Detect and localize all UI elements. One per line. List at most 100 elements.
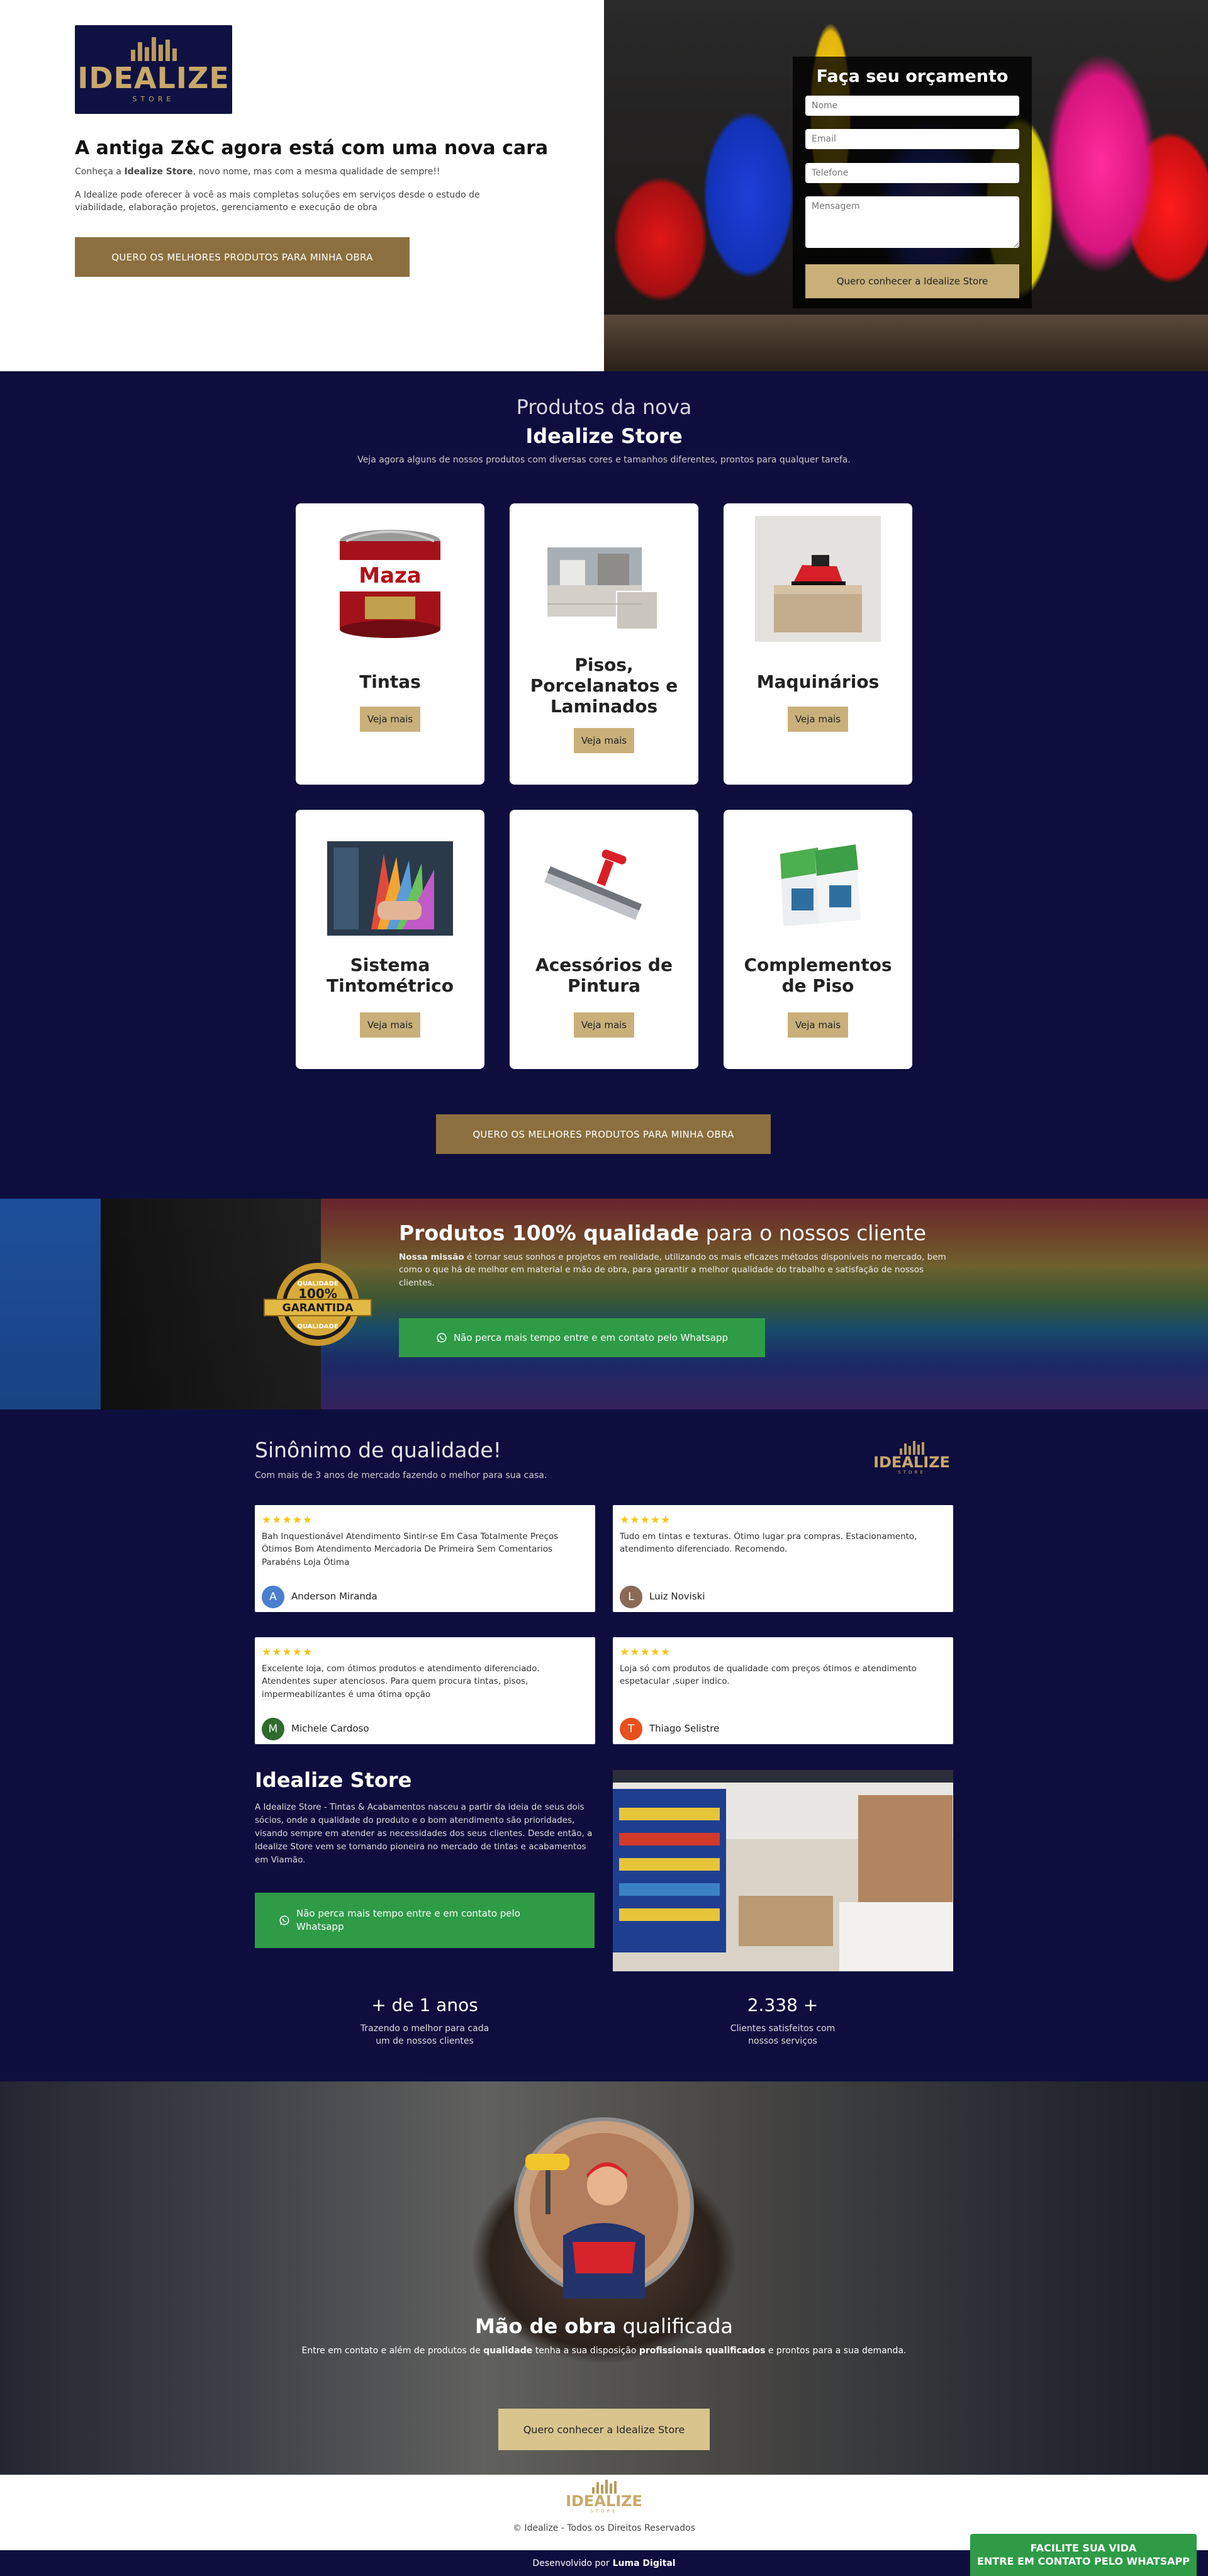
- labor-title: Mão de obra qualificada: [474, 2314, 733, 2338]
- product-name: Acessórios de Pintura: [535, 955, 673, 997]
- footer-logo: IDEALIZE STORE: [563, 2480, 645, 2517]
- review-card: ★★★★★ Tudo em tintas e texturas. Ótimo l…: [613, 1505, 953, 1612]
- products-section: Produtos da nova Idealize Store Veja ago…: [0, 371, 1208, 1199]
- review-author: Anderson Miranda: [291, 1591, 378, 1602]
- product-name: Tintas: [359, 671, 421, 692]
- product-name: Sistema Tintométrico: [326, 955, 454, 997]
- paint-cans-image: [604, 315, 1208, 371]
- product-card-acessorios[interactable]: Acessórios de Pintura Veja mais: [510, 810, 698, 1069]
- products-heading-line1: Produtos da nova: [516, 395, 692, 419]
- labor-section: Mão de obra qualificada Entre em contato…: [0, 2081, 1208, 2475]
- logo-sub: STORE: [132, 95, 175, 103]
- pisos-more-button[interactable]: Veja mais: [574, 728, 634, 753]
- product-card-tintometrico[interactable]: Sistema Tintométrico Veja mais: [296, 810, 484, 1069]
- floating-line2: ENTRE EM CONTATO PELO WHATSAPP: [976, 2555, 1190, 2567]
- product-name: Pisos, Porcelanatos e Laminados: [530, 654, 678, 717]
- quote-form: Faça seu orçamento Quero conhecer a Idea…: [793, 57, 1032, 308]
- about-whatsapp-button[interactable]: Não perca mais tempo entre e em contato …: [255, 1893, 595, 1948]
- review-card: ★★★★★ Bah Inquestionável Atendimento Sin…: [255, 1505, 595, 1612]
- review-card: ★★★★★ Excelente loja, com ótimos produto…: [255, 1637, 595, 1744]
- avatar: M: [262, 1718, 284, 1740]
- grout-bags-image: [780, 844, 861, 926]
- name-field[interactable]: [805, 96, 1019, 116]
- logo-buildings-icon: [130, 36, 177, 61]
- products-heading-line2: Idealize Store: [525, 424, 683, 448]
- review-author: Michele Cardoso: [291, 1723, 369, 1734]
- product-card-tintas[interactable]: Maza Tintas Veja mais: [296, 503, 484, 785]
- email-field[interactable]: [805, 129, 1019, 149]
- complementos-more-button[interactable]: Veja mais: [788, 1012, 848, 1038]
- star-rating-icon: ★★★★★: [262, 1646, 313, 1659]
- star-rating-icon: ★★★★★: [620, 1646, 671, 1659]
- color-swatches-image: [327, 841, 453, 936]
- products-cta-button[interactable]: QUERO OS MELHORES PRODUTOS PARA MINHA OB…: [436, 1114, 771, 1154]
- review-text: Loja só com produtos de qualidade com pr…: [620, 1664, 917, 1687]
- idealize-small-logo: IDEALIZE STORE: [871, 1441, 953, 1479]
- hero-title: A antiga Z&C agora está com uma nova car…: [75, 137, 549, 159]
- hero-intro-brand: Idealize Store: [124, 167, 193, 177]
- reviews-heading: Sinônimo de qualidade!: [255, 1438, 501, 1462]
- product-name: Maquinários: [756, 671, 880, 692]
- quality-mission: Nossa missão é tornar seus sonhos e proj…: [399, 1252, 946, 1288]
- stat-clients-label: Clientes satisfeitos com nossos serviços: [730, 2024, 836, 2046]
- whatsapp-button[interactable]: Não perca mais tempo entre e em contato …: [399, 1318, 765, 1357]
- about-whatsapp-label: Não perca mais tempo entre e em contato …: [296, 1908, 520, 1932]
- floating-line1: FACILITE SUA VIDA: [1030, 2541, 1137, 2554]
- maquinarios-more-button[interactable]: Veja mais: [788, 707, 848, 732]
- reviews-section: Sinônimo de qualidade! Com mais de 3 ano…: [0, 1409, 1208, 2081]
- stat-clients-number: 2.338 +: [747, 1995, 819, 2015]
- phone-field[interactable]: [805, 163, 1019, 183]
- quality-guarantee-seal: QUALIDADE 100% GARANTIDA QUALIDADE: [264, 1263, 372, 1346]
- avatar: L: [620, 1586, 642, 1608]
- tintas-more-button[interactable]: Veja mais: [360, 707, 420, 732]
- store-interior-image: [613, 1770, 953, 1971]
- svg-text:GARANTIDA: GARANTIDA: [282, 1302, 354, 1314]
- review-author: Thiago Selistre: [649, 1723, 720, 1734]
- idealize-logo[interactable]: IDEALIZE STORE: [75, 25, 232, 114]
- hero-cta-button[interactable]: QUERO OS MELHORES PRODUTOS PARA MINHA OB…: [75, 237, 410, 277]
- maza-brand-text: Maza: [359, 563, 422, 588]
- floor-tiles-image: [547, 547, 658, 630]
- product-card-pisos[interactable]: Pisos, Porcelanatos e Laminados Veja mai…: [510, 503, 698, 785]
- products-subtitle: Veja agora alguns de nossos produtos com…: [357, 455, 851, 465]
- paint-can-image: Maza: [340, 530, 440, 638]
- message-field[interactable]: [805, 196, 1019, 248]
- about-text: A Idealize Store - Tintas & Acabamentos …: [255, 1802, 593, 1865]
- footer-copyright: © Idealize - Todos os Direitos Reservado…: [512, 2523, 695, 2533]
- about-heading: Idealize Store: [255, 1768, 412, 1792]
- logo-buildings-icon: [899, 1441, 924, 1455]
- review-text: Excelente loja, com ótimos produtos e at…: [262, 1664, 540, 1700]
- painter-image: [514, 2117, 694, 2299]
- stat-years-label: Trazendo o melhor para cada um de nossos …: [360, 2024, 489, 2046]
- whatsapp-icon: [279, 1915, 289, 1925]
- svg-text:QUALIDADE: QUALIDADE: [297, 1323, 338, 1330]
- quality-section: QUALIDADE 100% GARANTIDA QUALIDADE Produ…: [0, 1199, 1208, 1409]
- review-author: Luiz Noviski: [649, 1591, 705, 1602]
- whatsapp-floating-button[interactable]: FACILITE SUA VIDA ENTRE EM CONTATO PELO …: [970, 2534, 1197, 2576]
- star-rating-icon: ★★★★★: [620, 1514, 671, 1526]
- whatsapp-button-label: Não perca mais tempo entre e em contato …: [453, 1332, 729, 1343]
- quality-title: Produtos 100% qualidade para o nossos cl…: [399, 1221, 927, 1245]
- reviews-subtitle: Com mais de 3 anos de mercado fazendo o …: [255, 1470, 547, 1481]
- hero-left-panel: IDEALIZE STORE A antiga Z&C agora está c…: [0, 0, 604, 371]
- review-text: Tudo em tintas e texturas. Ótimo lugar p…: [620, 1532, 917, 1555]
- labor-cta-button[interactable]: Quero conhecer a Idealize Store: [498, 2409, 710, 2450]
- form-title: Faça seu orçamento: [816, 67, 1009, 86]
- form-submit-button[interactable]: Quero conhecer a Idealize Store: [805, 264, 1019, 298]
- review-card: ★★★★★ Loja só com produtos de qualidade …: [613, 1637, 953, 1744]
- hero-description: A Idealize pode oferecer à você as mais …: [75, 190, 480, 213]
- product-card-maquinarios[interactable]: Maquinários Veja mais: [724, 503, 912, 785]
- sander-machine-image: [755, 516, 881, 642]
- product-card-complementos[interactable]: Complementos de Piso Veja mais: [724, 810, 912, 1069]
- product-name: Complementos de Piso: [744, 955, 892, 997]
- hero-section: IDEALIZE STORE A antiga Z&C agora está c…: [0, 0, 1208, 371]
- developer-link[interactable]: Luma Digital: [613, 2558, 676, 2568]
- spatula-image: [544, 849, 642, 920]
- tintometrico-more-button[interactable]: Veja mais: [360, 1012, 420, 1038]
- labor-text: Entre em contato e além de produtos de q…: [301, 2346, 907, 2356]
- acessorios-more-button[interactable]: Veja mais: [574, 1012, 634, 1038]
- whatsapp-icon: [437, 1333, 447, 1343]
- review-text: Bah Inquestionável Atendimento Sintir-se…: [262, 1532, 559, 1567]
- logo-word: IDEALIZE: [77, 61, 230, 95]
- svg-text:100%: 100%: [298, 1286, 337, 1301]
